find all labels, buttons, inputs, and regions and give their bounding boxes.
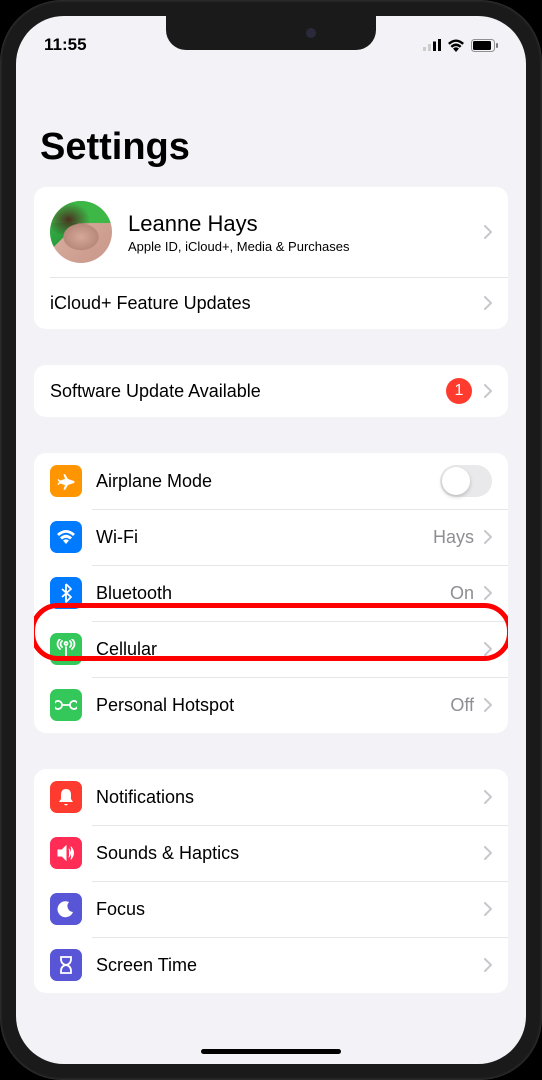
phone-frame: 11:55 Settings Leanne Hays Apple ID, iCl… — [0, 0, 542, 1080]
airplane-icon — [50, 465, 82, 497]
sounds-label: Sounds & Haptics — [96, 843, 484, 864]
chevron-right-icon — [484, 846, 492, 860]
screentime-label: Screen Time — [96, 955, 484, 976]
hotspot-detail: Off — [450, 695, 474, 716]
focus-label: Focus — [96, 899, 484, 920]
apple-id-row[interactable]: Leanne Hays Apple ID, iCloud+, Media & P… — [34, 187, 508, 277]
personal-hotspot-row[interactable]: Personal Hotspot Off — [34, 677, 508, 733]
battery-icon — [471, 39, 498, 52]
camera-dot — [306, 28, 316, 38]
avatar — [50, 201, 112, 263]
chevron-right-icon — [484, 296, 492, 310]
wifi-icon — [447, 39, 465, 52]
status-indicators — [423, 39, 498, 52]
screentime-icon — [50, 949, 82, 981]
sounds-row[interactable]: Sounds & Haptics — [34, 825, 508, 881]
airplane-label: Airplane Mode — [96, 471, 440, 492]
focus-row[interactable]: Focus — [34, 881, 508, 937]
wifi-label: Wi-Fi — [96, 527, 433, 548]
settings-content: Leanne Hays Apple ID, iCloud+, Media & P… — [16, 187, 526, 1064]
screentime-row[interactable]: Screen Time — [34, 937, 508, 993]
icloud-feature-updates-row[interactable]: iCloud+ Feature Updates — [34, 277, 508, 329]
bluetooth-detail: On — [450, 583, 474, 604]
software-update-group: Software Update Available 1 — [34, 365, 508, 417]
wifi-row[interactable]: Wi-Fi Hays — [34, 509, 508, 565]
notifications-icon — [50, 781, 82, 813]
sounds-icon — [50, 837, 82, 869]
notifications-label: Notifications — [96, 787, 484, 808]
chevron-right-icon — [484, 642, 492, 656]
connectivity-group: Airplane Mode Wi-Fi Hays — [34, 453, 508, 733]
chevron-right-icon — [484, 225, 492, 239]
bluetooth-label: Bluetooth — [96, 583, 450, 604]
chevron-right-icon — [484, 958, 492, 972]
chevron-right-icon — [484, 790, 492, 804]
chevron-right-icon — [484, 586, 492, 600]
profile-group: Leanne Hays Apple ID, iCloud+, Media & P… — [34, 187, 508, 329]
hotspot-icon — [50, 689, 82, 721]
wifi-detail: Hays — [433, 527, 474, 548]
cellular-icon — [50, 633, 82, 665]
notifications-row[interactable]: Notifications — [34, 769, 508, 825]
cellular-row[interactable]: Cellular — [34, 621, 508, 677]
airplane-mode-row[interactable]: Airplane Mode — [34, 453, 508, 509]
general-group: Notifications Sounds & Haptics — [34, 769, 508, 993]
wifi-settings-icon — [50, 521, 82, 553]
hotspot-label: Personal Hotspot — [96, 695, 450, 716]
airplane-toggle[interactable] — [440, 465, 492, 497]
update-badge: 1 — [446, 378, 472, 404]
cellular-signal-icon — [423, 39, 441, 51]
software-update-row[interactable]: Software Update Available 1 — [34, 365, 508, 417]
screen: 11:55 Settings Leanne Hays Apple ID, iCl… — [16, 16, 526, 1064]
chevron-right-icon — [484, 698, 492, 712]
cellular-label: Cellular — [96, 639, 484, 660]
chevron-right-icon — [484, 384, 492, 398]
home-indicator[interactable] — [201, 1049, 341, 1054]
chevron-right-icon — [484, 902, 492, 916]
icloud-feature-updates-label: iCloud+ Feature Updates — [50, 293, 484, 314]
software-update-label: Software Update Available — [50, 381, 446, 402]
bluetooth-icon — [50, 577, 82, 609]
profile-subtitle: Apple ID, iCloud+, Media & Purchases — [128, 239, 484, 254]
notch — [166, 16, 376, 50]
status-time: 11:55 — [44, 35, 87, 55]
profile-name: Leanne Hays — [128, 211, 484, 237]
chevron-right-icon — [484, 530, 492, 544]
bluetooth-row[interactable]: Bluetooth On — [34, 565, 508, 621]
focus-icon — [50, 893, 82, 925]
page-title: Settings — [16, 66, 526, 187]
